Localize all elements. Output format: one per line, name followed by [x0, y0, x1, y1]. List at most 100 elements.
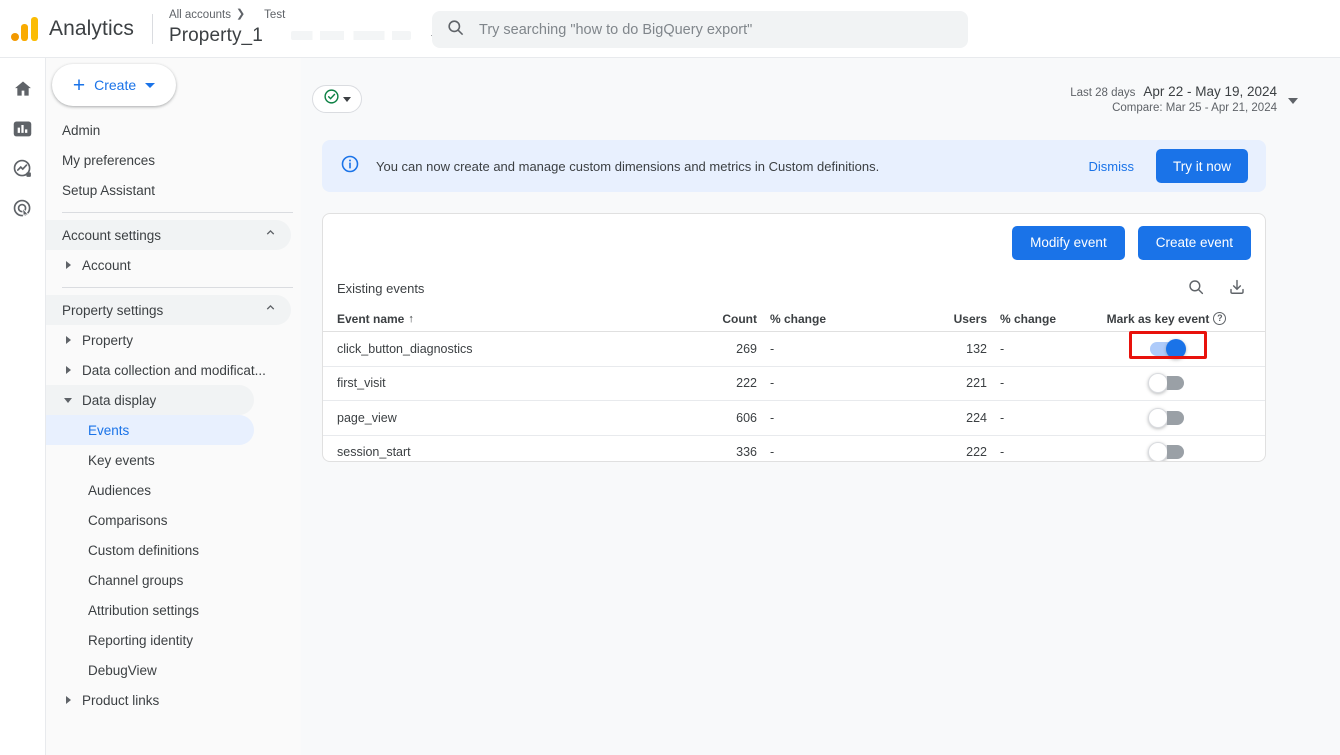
sidebar-item-data-display[interactable]: Data display	[46, 385, 254, 415]
table-row[interactable]: session_start 336 - 222 -	[323, 436, 1265, 461]
date-range-compare: Compare: Mar 25 - Apr 21, 2024	[1112, 102, 1277, 114]
column-users-change[interactable]: % change	[987, 312, 1082, 326]
date-range-selector[interactable]: Last 28 days Apr 22 - May 19, 2024 Compa…	[1070, 84, 1277, 114]
cell-count: 336	[736, 445, 757, 460]
column-count[interactable]: Count	[637, 312, 757, 326]
table-download-button[interactable]	[1223, 275, 1251, 303]
cell-event-name: session_start	[337, 445, 411, 460]
icon-rail	[0, 58, 46, 755]
key-event-toggle[interactable]	[1147, 407, 1184, 428]
explore-icon	[12, 158, 33, 184]
arrow-up-icon: ↑	[408, 312, 414, 325]
sidebar-item-label: Data display	[82, 392, 157, 408]
column-mark-as-key-event: Mark as key event ?	[1082, 312, 1251, 326]
sidebar-item-label: Account	[82, 257, 131, 273]
sidebar-item-key-events[interactable]: Key events	[46, 445, 301, 475]
chevron-right-icon: ❯	[235, 8, 246, 20]
info-circle-icon	[340, 154, 360, 179]
sidebar-item-channel-groups[interactable]: Channel groups	[46, 565, 301, 595]
rail-item-explore[interactable]	[6, 154, 40, 188]
divider	[62, 287, 293, 288]
table-row[interactable]: click_button_diagnostics 269 - 132 -	[323, 330, 1265, 367]
breadcrumb-all-accounts[interactable]: All accounts	[169, 9, 231, 21]
sidebar-item-data-collection[interactable]: Data collection and modificat...	[46, 355, 294, 385]
cell-count: 606	[736, 410, 757, 425]
cell-event-name: first_visit	[337, 376, 386, 391]
column-count-change[interactable]: % change	[757, 312, 862, 326]
sidebar-item-admin[interactable]: Admin	[46, 115, 301, 145]
cell-users-change: -	[1000, 341, 1005, 356]
sidebar-item-label: Attribution settings	[88, 602, 200, 618]
cell-count-change: -	[770, 445, 775, 460]
key-event-toggle-wrap	[1128, 442, 1206, 461]
create-button[interactable]: + Create	[52, 64, 176, 106]
dismiss-button[interactable]: Dismiss	[1088, 159, 1134, 174]
cell-event-name: click_button_diagnostics	[337, 341, 473, 356]
table-row[interactable]: page_view 606 - 224 -	[323, 401, 1265, 436]
sidebar-group-account-settings[interactable]: Account settings	[46, 220, 291, 250]
sidebar-group-property-settings[interactable]: Property settings	[46, 295, 291, 325]
modify-event-button[interactable]: Modify event	[1012, 225, 1125, 260]
help-circle-icon[interactable]: ?	[1213, 312, 1227, 325]
sidebar-item-setup-assistant[interactable]: Setup Assistant	[46, 175, 301, 205]
info-banner: You can now create and manage custom dim…	[322, 140, 1266, 192]
triangle-down-icon	[64, 397, 72, 403]
search-icon	[1187, 278, 1205, 299]
sidebar-item-events[interactable]: Events	[46, 415, 254, 445]
table-title: Existing events	[337, 281, 425, 296]
sidebar-item-label: Comparisons	[88, 512, 168, 528]
try-it-now-button[interactable]: Try it now	[1155, 149, 1248, 183]
rail-item-advertising[interactable]	[6, 194, 40, 228]
search-input[interactable]	[479, 21, 954, 38]
column-event-name[interactable]: Event name ↑	[337, 312, 637, 326]
search-bar[interactable]	[432, 11, 968, 48]
sidebar-item-account[interactable]: Account	[46, 250, 301, 280]
key-event-toggle-wrap	[1128, 407, 1206, 428]
sidebar-item-label: Account settings	[62, 227, 162, 243]
cell-key-event	[1082, 442, 1251, 461]
admin-sidebar: + Create Admin My preferences Setup Assi…	[46, 58, 301, 755]
sidebar-item-property[interactable]: Property	[46, 325, 301, 355]
sidebar-item-attribution-settings[interactable]: Attribution settings	[46, 595, 301, 625]
rail-item-home[interactable]	[6, 74, 40, 108]
toggle-knob	[1147, 407, 1168, 428]
cell-users-change: -	[1000, 410, 1005, 425]
sidebar-item-label: Events	[88, 422, 130, 438]
sidebar-item-label: Property	[82, 332, 134, 348]
sidebar-item-label: Data collection and modificat...	[82, 362, 266, 378]
sidebar-item-product-links[interactable]: Product links	[46, 685, 301, 715]
table-row[interactable]: first_visit 222 - 221 -	[323, 367, 1265, 401]
search-icon	[446, 18, 465, 42]
cell-count: 269	[736, 341, 757, 356]
rail-item-reports[interactable]	[6, 114, 40, 148]
sidebar-item-my-preferences[interactable]: My preferences	[46, 145, 301, 175]
sidebar-item-label: DebugView	[88, 662, 157, 678]
analytics-logo-icon	[10, 16, 40, 42]
create-event-button[interactable]: Create event	[1137, 225, 1251, 260]
table-column-headers: Event name ↑ Count % change Users % chan…	[323, 306, 1265, 332]
plus-icon: +	[72, 73, 86, 97]
data-status-button[interactable]	[312, 85, 362, 113]
key-event-toggle[interactable]	[1149, 338, 1186, 359]
sidebar-item-debugview[interactable]: DebugView	[46, 655, 301, 685]
cell-key-event	[1082, 373, 1251, 394]
sidebar-item-comparisons[interactable]: Comparisons	[46, 505, 301, 535]
key-event-toggle[interactable]	[1147, 442, 1184, 461]
sidebar-item-custom-definitions[interactable]: Custom definitions	[46, 535, 301, 565]
table-search-button[interactable]	[1182, 275, 1210, 303]
key-event-toggle-wrap	[1128, 330, 1207, 359]
analytics-admin-page: Analytics All accounts ❯ Test Property_1	[0, 0, 1340, 755]
chevron-down-icon[interactable]	[1288, 98, 1298, 104]
download-icon	[1228, 278, 1246, 299]
chevron-down-icon	[343, 96, 351, 102]
account-property-selector[interactable]: All accounts ❯ Test Property_1	[169, 7, 441, 51]
key-event-toggle[interactable]	[1147, 373, 1184, 394]
cell-users: 222	[966, 445, 987, 460]
sidebar-item-audiences[interactable]: Audiences	[46, 475, 301, 505]
brand-name: Analytics	[49, 16, 134, 40]
sidebar-list: Admin My preferences Setup Assistant Acc…	[46, 115, 301, 715]
sidebar-item-label: Channel groups	[88, 572, 184, 588]
sidebar-item-reporting-identity[interactable]: Reporting identity	[46, 625, 301, 655]
column-users[interactable]: Users	[862, 312, 987, 326]
cell-count: 222	[736, 376, 757, 391]
